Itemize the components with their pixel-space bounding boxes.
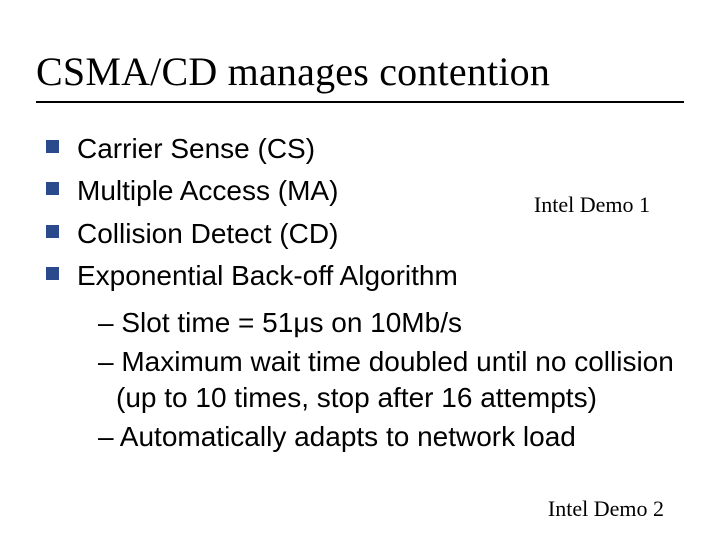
list-item: Exponential Back-off Algorithm xyxy=(36,258,684,294)
sub-list-item: – Automatically adapts to network load xyxy=(98,419,684,456)
list-item: Carrier Sense (CS) xyxy=(36,131,684,167)
square-bullet-icon xyxy=(46,225,59,238)
sub-list-item: – Maximum wait time doubled until no col… xyxy=(98,344,684,418)
sub-bullet-list: – Slot time = 51μs on 10Mb/s – Maximum w… xyxy=(98,305,684,457)
square-bullet-icon xyxy=(46,182,59,195)
demo-note-1: Intel Demo 1 xyxy=(534,192,650,218)
bullet-text: Multiple Access (MA) xyxy=(77,173,338,209)
bullet-text: Carrier Sense (CS) xyxy=(77,131,315,167)
square-bullet-icon xyxy=(46,140,59,153)
square-bullet-icon xyxy=(46,267,59,280)
list-item: Collision Detect (CD) xyxy=(36,216,684,252)
slide: CSMA/CD manages contention Carrier Sense… xyxy=(0,0,720,540)
sub-list-item: – Slot time = 51μs on 10Mb/s xyxy=(98,305,684,342)
title-underline xyxy=(36,101,684,103)
demo-note-2: Intel Demo 2 xyxy=(548,496,664,522)
slide-title: CSMA/CD manages contention xyxy=(36,48,684,95)
bullet-text: Collision Detect (CD) xyxy=(77,216,338,252)
bullet-text: Exponential Back-off Algorithm xyxy=(77,258,458,294)
